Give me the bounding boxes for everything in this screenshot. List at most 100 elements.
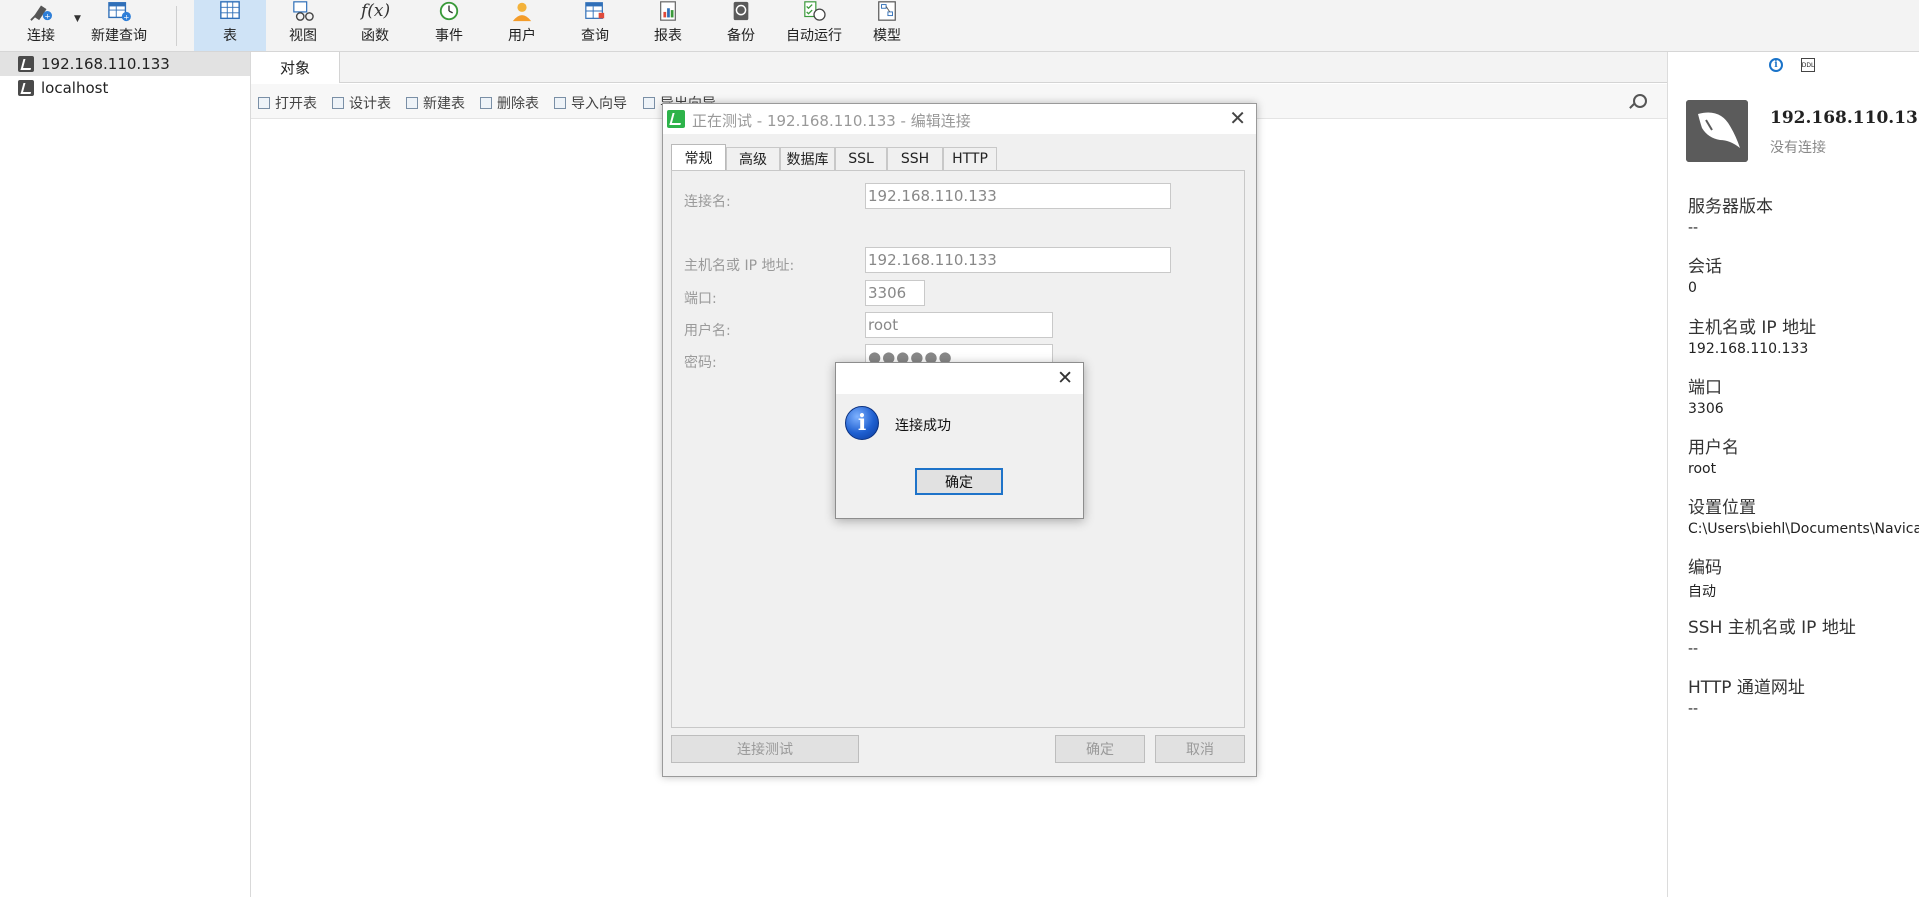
info-label: SSH 主机名或 IP 地址 <box>1688 618 1856 638</box>
tab-advanced[interactable]: 高级 <box>726 147 780 170</box>
tab-http[interactable]: HTTP <box>943 147 997 170</box>
info-value: root <box>1688 461 1717 477</box>
dialog-titlebar[interactable]: 正在测试 - 192.168.110.133 - 编辑连接 ✕ <box>663 104 1256 134</box>
connect-dropdown-icon[interactable]: ▼ <box>74 14 81 24</box>
tab-label: 高级 <box>739 152 767 168</box>
backup-button[interactable]: 备份 <box>712 0 770 51</box>
messagebox-ok-button[interactable]: 确定 <box>915 468 1003 495</box>
dialog-title: 正在测试 - 192.168.110.133 - 编辑连接 <box>692 112 971 130</box>
dialog-ok-label: 确定 <box>1086 742 1114 758</box>
design-table-button[interactable]: 设计表 <box>332 93 391 113</box>
user-button[interactable]: 用户 <box>493 0 551 51</box>
view-icon <box>293 1 314 21</box>
view-label: 视图 <box>289 28 317 44</box>
svg-text:+: + <box>123 12 129 21</box>
report-button[interactable]: 报表 <box>639 0 697 51</box>
plug-icon: + <box>30 5 52 21</box>
query-button[interactable]: 查询 <box>566 0 624 51</box>
new-table-label: 新建表 <box>423 96 465 112</box>
export-wizard-icon <box>643 97 655 109</box>
report-label: 报表 <box>654 28 682 44</box>
search-icon[interactable] <box>1633 94 1647 108</box>
password-label: 密码: <box>684 355 717 371</box>
mysql-dolphin-icon <box>1686 100 1748 162</box>
new-table-icon <box>406 97 418 109</box>
svg-text:+: + <box>44 11 50 20</box>
port-input[interactable]: 3306 <box>865 280 925 306</box>
delete-table-icon <box>480 97 492 109</box>
user-icon <box>512 2 532 22</box>
dialog-cancel-button[interactable]: 取消 <box>1155 735 1245 763</box>
event-label: 事件 <box>435 28 463 44</box>
info-settings-location: 设置位置 C:\Users\biehl\Documents\Navicat <box>1688 493 1919 537</box>
schedule-button[interactable]: 自动运行 <box>778 0 850 51</box>
username-label: 用户名: <box>684 323 731 339</box>
dialog-close-icon[interactable]: ✕ <box>1229 108 1246 128</box>
info-http-tunnel: HTTP 通道网址 -- <box>1688 673 1805 717</box>
messagebox-text: 连接成功 <box>895 418 951 434</box>
connection-success-messagebox: ✕ i 连接成功 确定 <box>835 362 1084 519</box>
navicat-app-icon <box>667 110 685 128</box>
info-connection-name: 192.168.110.133 <box>1770 108 1919 128</box>
tab-label: SSL <box>848 151 874 167</box>
backup-icon <box>733 1 749 21</box>
delete-table-button[interactable]: 删除表 <box>480 93 539 113</box>
messagebox-close-icon[interactable]: ✕ <box>1057 368 1073 388</box>
tab-label: 数据库 <box>786 152 829 168</box>
info-value: 0 <box>1688 280 1697 296</box>
function-icon: f(x) <box>361 1 391 21</box>
info-label: 编码 <box>1688 558 1722 578</box>
user-label: 用户 <box>508 28 536 44</box>
new-query-button[interactable]: + 新建查询 <box>82 0 156 51</box>
model-button[interactable]: 模型 <box>858 0 916 51</box>
tab-ssh[interactable]: SSH <box>887 147 943 170</box>
connection-name-input[interactable]: 192.168.110.133 <box>865 183 1171 209</box>
toolbar-separator <box>176 6 177 46</box>
tab-label: 常规 <box>684 151 713 167</box>
connect-button[interactable]: + 连接 <box>12 0 70 51</box>
object-tabbar: 对象 <box>251 52 1667 83</box>
report-icon <box>660 1 676 21</box>
schedule-label: 自动运行 <box>786 28 842 44</box>
info-encoding: 编码 自动 <box>1688 553 1722 601</box>
tab-objects[interactable]: 对象 <box>251 52 340 83</box>
function-button[interactable]: f(x) 函数 <box>346 0 404 51</box>
import-wizard-icon <box>554 97 566 109</box>
view-button[interactable]: 视图 <box>274 0 332 51</box>
info-server-version: 服务器版本 -- <box>1688 192 1773 236</box>
design-table-icon <box>332 97 344 109</box>
function-label: 函数 <box>361 28 389 44</box>
tab-general[interactable]: 常规 <box>671 144 726 171</box>
info-label: 端口 <box>1688 378 1722 398</box>
model-label: 模型 <box>873 28 901 44</box>
info-icon[interactable]: i <box>1769 58 1783 72</box>
username-input[interactable]: root <box>865 312 1053 338</box>
import-wizard-button[interactable]: 导入向导 <box>554 93 627 113</box>
info-label: 用户名 <box>1688 438 1739 458</box>
host-input[interactable]: 192.168.110.133 <box>865 247 1171 273</box>
query-label: 查询 <box>581 28 609 44</box>
info-ssh-host: SSH 主机名或 IP 地址 -- <box>1688 613 1856 657</box>
open-table-button[interactable]: 打开表 <box>258 93 317 113</box>
clock-icon <box>439 1 459 21</box>
nav-connection-localhost[interactable]: localhost <box>0 76 250 100</box>
dialog-cancel-label: 取消 <box>1186 742 1214 758</box>
test-connection-button[interactable]: 连接测试 <box>671 735 859 763</box>
nav-connection-192-168-110-133[interactable]: 192.168.110.133 <box>0 52 250 76</box>
tab-databases[interactable]: 数据库 <box>780 147 835 170</box>
ddl-icon[interactable]: DDL <box>1801 58 1815 72</box>
info-label: 设置位置 <box>1688 498 1756 518</box>
mysql-connection-icon <box>18 56 34 72</box>
info-value: -- <box>1688 641 1699 657</box>
new-query-icon: + <box>108 2 131 21</box>
info-host: 主机名或 IP 地址 192.168.110.133 <box>1688 313 1816 357</box>
info-label: HTTP 通道网址 <box>1688 678 1805 698</box>
tab-label: HTTP <box>952 151 988 167</box>
table-button[interactable]: 表 <box>194 0 266 51</box>
messagebox-titlebar[interactable]: ✕ <box>836 363 1083 394</box>
new-table-button[interactable]: 新建表 <box>406 93 465 113</box>
port-label: 端口: <box>684 291 717 307</box>
tab-ssl[interactable]: SSL <box>835 147 887 170</box>
dialog-ok-button[interactable]: 确定 <box>1055 735 1145 763</box>
event-button[interactable]: 事件 <box>420 0 478 51</box>
